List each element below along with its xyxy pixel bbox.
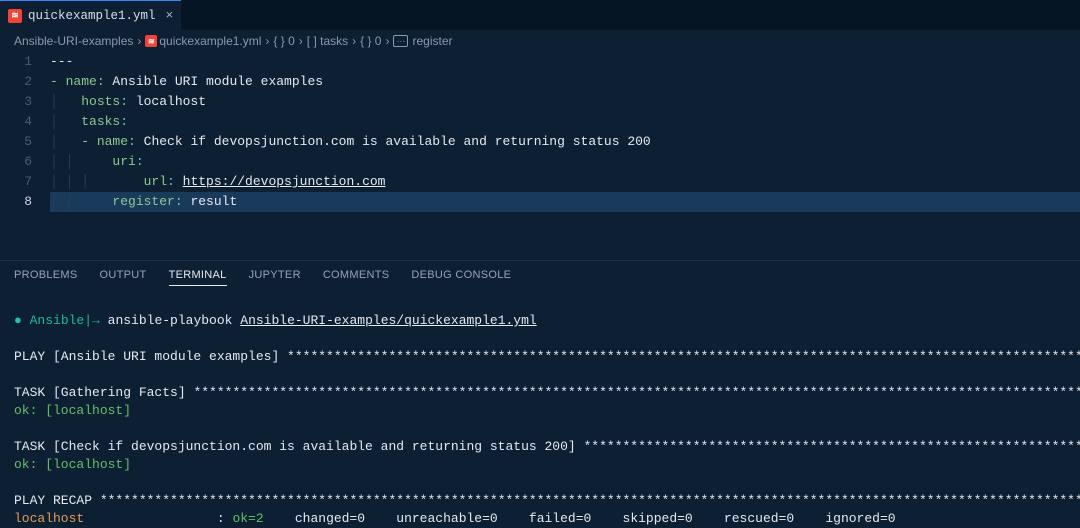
close-icon[interactable]: ×: [166, 8, 174, 23]
task-header: TASK [Gathering Facts]: [14, 385, 193, 400]
braces-icon[interactable]: { } 0: [360, 34, 381, 48]
chevron-icon: ›: [385, 34, 389, 48]
terminal-output[interactable]: ● Ansible|→ ansible-playbook Ansible-URI…: [0, 292, 1080, 528]
tab-quickexample1[interactable]: ≋ quickexample1.yml ×: [0, 0, 181, 30]
line-gutter: 1 2 3 4 5 6 7 8: [0, 52, 50, 212]
tab-debug[interactable]: DEBUG CONSOLE: [411, 269, 511, 286]
task-result: ok: [localhost]: [14, 403, 131, 418]
task-result: ok: [localhost]: [14, 457, 131, 472]
code-editor[interactable]: 1 2 3 4 5 6 7 8 --- - name: Ansible URI …: [0, 52, 1080, 212]
code-content[interactable]: --- - name: Ansible URI module examples …: [50, 52, 1080, 212]
register-icon: ···: [393, 35, 408, 47]
play-header: PLAY [Ansible URI module examples]: [14, 349, 287, 364]
prompt-env: Ansible: [30, 313, 85, 328]
tab-terminal[interactable]: TERMINAL: [169, 269, 227, 286]
panel-tabs: PROBLEMS OUTPUT TERMINAL JUPYTER COMMENT…: [0, 261, 1080, 292]
recap-host: localhost: [14, 511, 84, 526]
prompt-indicator: ●: [14, 313, 22, 328]
tab-comments[interactable]: COMMENTS: [323, 269, 390, 286]
chevron-icon: ›: [137, 34, 141, 48]
terminal-command: ansible-playbook: [108, 313, 241, 328]
tab-output[interactable]: OUTPUT: [100, 269, 147, 286]
tab-bar: ≋ quickexample1.yml ×: [0, 0, 1080, 30]
yaml-icon: ≋: [145, 35, 157, 47]
breadcrumb-file[interactable]: quickexample1.yml: [159, 34, 261, 48]
recap-header: PLAY RECAP: [14, 493, 100, 508]
yaml-icon: ≋: [8, 9, 22, 23]
brackets-icon[interactable]: [ ] tasks: [307, 34, 348, 48]
chevron-icon: ›: [352, 34, 356, 48]
breadcrumb-folder[interactable]: Ansible-URI-examples: [14, 34, 133, 48]
braces-icon[interactable]: { } 0: [273, 34, 294, 48]
breadcrumb-register[interactable]: register: [412, 34, 452, 48]
chevron-icon: ›: [299, 34, 303, 48]
breadcrumb[interactable]: Ansible-URI-examples › ≋ quickexample1.y…: [0, 30, 1080, 52]
tab-filename: quickexample1.yml: [28, 9, 156, 23]
tab-problems[interactable]: PROBLEMS: [14, 269, 78, 286]
tab-jupyter[interactable]: JUPYTER: [249, 269, 301, 286]
task-header: TASK [Check if devopsjunction.com is ava…: [14, 439, 584, 454]
chevron-icon: ›: [265, 34, 269, 48]
